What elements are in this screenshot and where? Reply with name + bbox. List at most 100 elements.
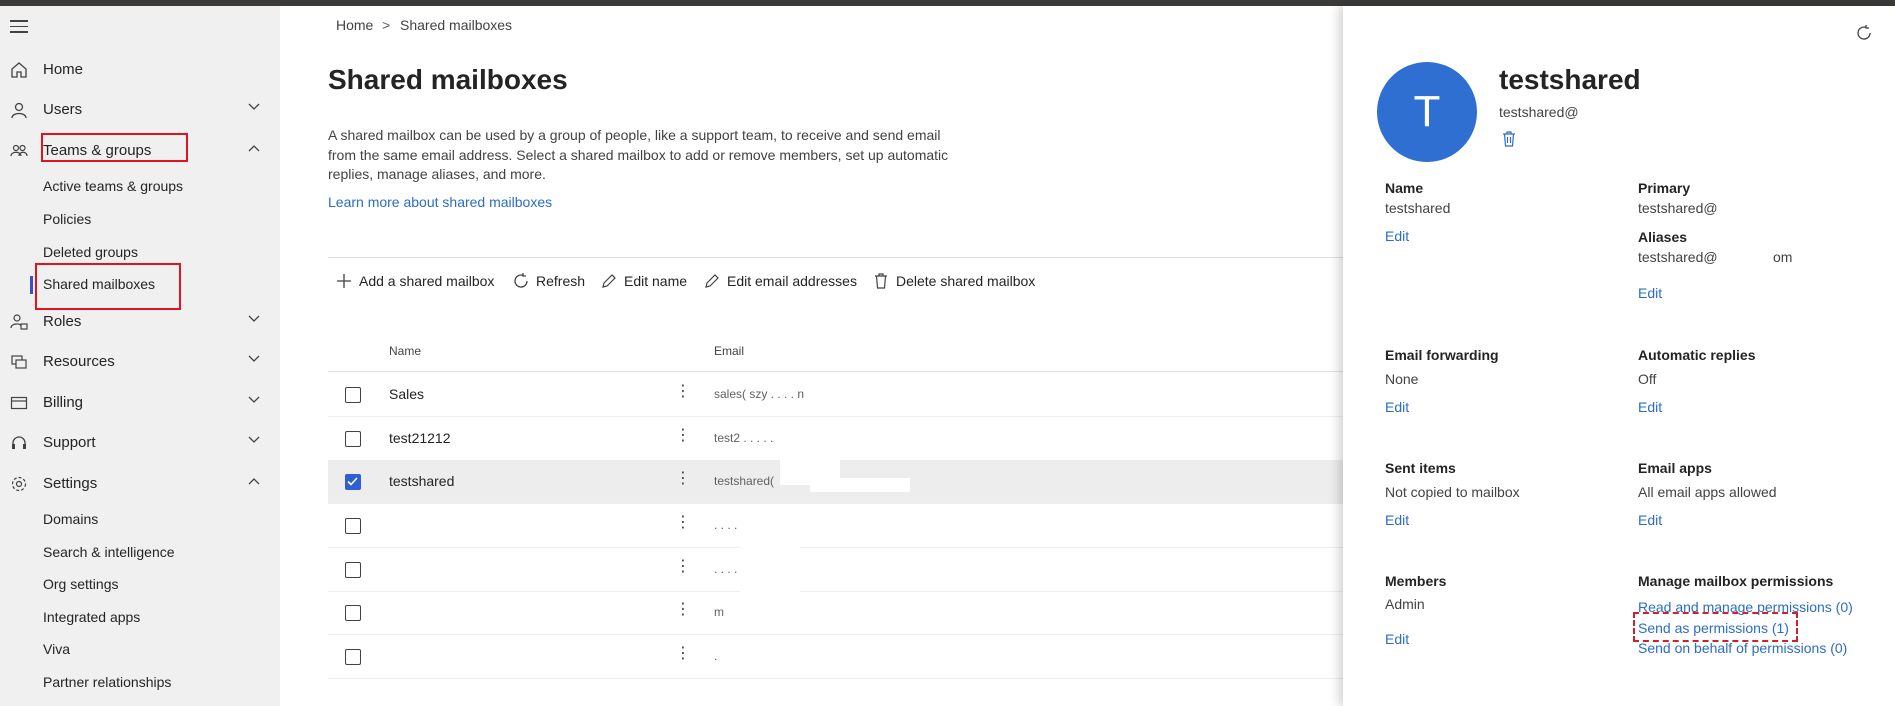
row-email: testshared( bbox=[714, 474, 775, 488]
roles-icon bbox=[10, 314, 28, 330]
more-options-icon[interactable]: ⋮ bbox=[675, 514, 691, 532]
primary-value: testshared@ bbox=[1638, 200, 1718, 216]
sidebar-item-support[interactable]: Support bbox=[0, 424, 280, 460]
delete-shared-mailbox-label: Delete shared mailbox bbox=[896, 273, 1036, 289]
more-options-icon[interactable]: ⋮ bbox=[675, 558, 691, 576]
settings-icon bbox=[11, 476, 27, 492]
sidebar-subitem-integrated-apps[interactable]: Integrated apps bbox=[43, 605, 140, 629]
page-description: A shared mailbox can be used by a group … bbox=[328, 127, 949, 182]
row-checkbox[interactable] bbox=[345, 605, 361, 621]
row-checkbox[interactable] bbox=[345, 649, 361, 665]
email-forwarding-value: None bbox=[1385, 371, 1419, 387]
members-value: Admin bbox=[1385, 596, 1425, 612]
support-icon bbox=[12, 436, 26, 449]
add-shared-mailbox-button[interactable]: Add a shared mailbox bbox=[335, 270, 494, 292]
column-header-name[interactable]: Name bbox=[389, 344, 421, 358]
row-checkbox-checked[interactable] bbox=[345, 474, 361, 490]
teams-icon bbox=[10, 144, 28, 157]
sidebar-item-users[interactable]: Users bbox=[0, 91, 280, 127]
sidebar-subitem-viva[interactable]: Viva bbox=[43, 637, 70, 661]
sidebar-item-label: Resources bbox=[43, 352, 115, 370]
chevron-up-icon[interactable] bbox=[248, 144, 260, 152]
trash-icon[interactable] bbox=[1501, 130, 1517, 148]
breadcrumb-separator: > bbox=[382, 17, 391, 33]
sidebar-subitem-deleted-groups[interactable]: Deleted groups bbox=[43, 240, 138, 264]
sidebar-subitem-search-intelligence[interactable]: Search & intelligence bbox=[43, 540, 175, 564]
table-row[interactable]: Sales ⋮ sales( szy . . . . n bbox=[328, 373, 1343, 417]
sent-items-value: Not copied to mailbox bbox=[1385, 484, 1520, 500]
email-forwarding-label: Email forwarding bbox=[1385, 347, 1499, 363]
pencil-icon bbox=[602, 274, 616, 288]
column-header-email[interactable]: Email bbox=[714, 344, 744, 358]
redaction-mark bbox=[740, 520, 800, 620]
checkmark-icon bbox=[347, 477, 358, 486]
pencil-icon bbox=[705, 274, 719, 288]
edit-members-link[interactable]: Edit bbox=[1385, 631, 1409, 647]
table-row[interactable]: ⋮ . . . . n bbox=[328, 548, 1343, 592]
chevron-down-icon[interactable] bbox=[248, 436, 260, 444]
resources-icon bbox=[11, 355, 27, 369]
chevron-down-icon[interactable] bbox=[248, 315, 260, 323]
breadcrumb-home[interactable]: Home bbox=[336, 17, 373, 33]
sidebar: Home Users Teams & groups Active teams &… bbox=[0, 6, 280, 706]
refresh-icon[interactable] bbox=[1855, 24, 1873, 42]
sidebar-subitem-domains[interactable]: Domains bbox=[43, 507, 98, 531]
panel-subtitle-email: testshared@ bbox=[1499, 104, 1579, 120]
panel-title: testshared bbox=[1499, 64, 1641, 95]
edit-email-addresses-button[interactable]: Edit email addresses bbox=[703, 270, 857, 292]
name-label: Name bbox=[1385, 180, 1424, 196]
learn-more-link[interactable]: Learn more about shared mailboxes bbox=[328, 194, 552, 210]
row-checkbox[interactable] bbox=[345, 431, 361, 447]
hamburger-menu-icon[interactable] bbox=[10, 20, 28, 34]
edit-aliases-link[interactable]: Edit bbox=[1638, 285, 1662, 301]
row-checkbox[interactable] bbox=[345, 562, 361, 578]
chevron-up-icon[interactable] bbox=[248, 477, 260, 485]
edit-name-label: Edit name bbox=[624, 273, 688, 289]
sidebar-subitem-active-teams[interactable]: Active teams & groups bbox=[43, 174, 183, 198]
table-row[interactable]: ⋮ . bbox=[328, 635, 1343, 679]
chevron-down-icon[interactable] bbox=[248, 103, 260, 111]
sidebar-item-label: Home bbox=[43, 60, 84, 78]
more-options-icon[interactable]: ⋮ bbox=[675, 601, 691, 619]
row-checkbox[interactable] bbox=[345, 387, 361, 403]
refresh-button[interactable]: Refresh bbox=[512, 270, 585, 292]
manage-permissions-label: Manage mailbox permissions bbox=[1638, 573, 1834, 589]
refresh-label: Refresh bbox=[536, 273, 586, 289]
sidebar-item-settings[interactable]: Settings bbox=[0, 465, 280, 501]
sidebar-item-billing[interactable]: Billing bbox=[0, 384, 280, 420]
table-row[interactable]: ⋮ m bbox=[328, 591, 1343, 635]
sidebar-subitem-policies[interactable]: Policies bbox=[43, 207, 91, 231]
sidebar-item-resources[interactable]: Resources bbox=[0, 343, 280, 379]
row-name: test21212 bbox=[389, 430, 451, 446]
chevron-down-icon[interactable] bbox=[248, 396, 260, 404]
sidebar-item-home[interactable]: Home bbox=[0, 51, 280, 87]
edit-name-button[interactable]: Edit name bbox=[600, 270, 687, 292]
delete-shared-mailbox-button[interactable]: Delete shared mailbox bbox=[872, 270, 1035, 292]
sent-items-label: Sent items bbox=[1385, 460, 1456, 476]
email-apps-value: All email apps allowed bbox=[1638, 484, 1777, 500]
edit-sent-items-link[interactable]: Edit bbox=[1385, 512, 1409, 528]
more-options-icon[interactable]: ⋮ bbox=[675, 470, 691, 488]
edit-email-forwarding-link[interactable]: Edit bbox=[1385, 399, 1409, 415]
more-options-icon[interactable]: ⋮ bbox=[675, 383, 691, 401]
edit-email-apps-link[interactable]: Edit bbox=[1638, 512, 1662, 528]
table-row[interactable]: ⋮ . . . . m bbox=[328, 504, 1343, 548]
detail-panel: T testshared testshared@ Name testshared… bbox=[1343, 6, 1895, 706]
row-name: testshared bbox=[389, 473, 455, 489]
row-email: sales( szy . . . . n bbox=[714, 387, 805, 401]
sidebar-subitem-partner-relationships[interactable]: Partner relationships bbox=[43, 670, 171, 694]
row-email: test2 . . . . . bbox=[714, 431, 774, 445]
more-options-icon[interactable]: ⋮ bbox=[675, 427, 691, 445]
edit-automatic-replies-link[interactable]: Edit bbox=[1638, 399, 1662, 415]
row-checkbox[interactable] bbox=[345, 518, 361, 534]
send-on-behalf-permissions-link[interactable]: Send on behalf of permissions (0) bbox=[1638, 640, 1847, 656]
email-apps-label: Email apps bbox=[1638, 460, 1712, 476]
sidebar-subitem-org-settings[interactable]: Org settings bbox=[43, 572, 118, 596]
refresh-icon bbox=[514, 273, 528, 288]
chevron-down-icon[interactable] bbox=[248, 355, 260, 363]
plus-icon bbox=[337, 274, 351, 288]
more-options-icon[interactable]: ⋮ bbox=[675, 645, 691, 663]
automatic-replies-label: Automatic replies bbox=[1638, 347, 1756, 363]
edit-email-addresses-label: Edit email addresses bbox=[727, 273, 857, 289]
edit-name-link[interactable]: Edit bbox=[1385, 228, 1409, 244]
